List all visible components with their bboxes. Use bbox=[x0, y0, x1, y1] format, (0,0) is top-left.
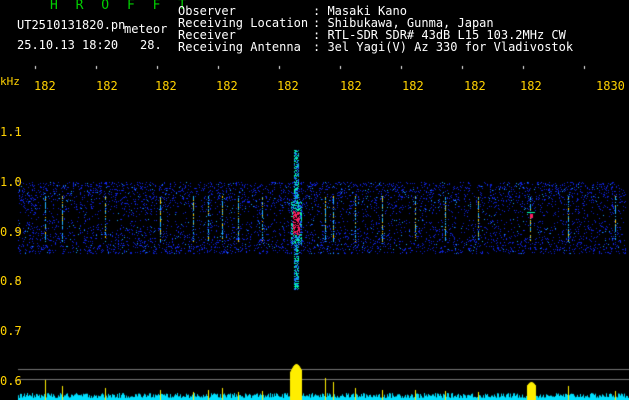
x-tick-label: 182 bbox=[216, 79, 238, 93]
x-tick-label: 1830 bbox=[596, 79, 625, 93]
hrofft-logo: H R O F F T bbox=[50, 0, 192, 13]
antenna-value: : 3el Yagi(V) Az 330 for Vladivostok bbox=[313, 40, 574, 54]
x-tick-label: 182 bbox=[277, 79, 299, 93]
y-tick-label: 0.6 bbox=[0, 374, 22, 388]
file-name: UT2510131820.pn bbox=[17, 18, 126, 32]
x-tick-label: 182 bbox=[464, 79, 486, 93]
x-tick-label: 182 bbox=[402, 79, 424, 93]
x-tick-label: 182 bbox=[155, 79, 177, 93]
y-tick-label: 0.9 bbox=[0, 225, 22, 239]
x-tick-label: 182 bbox=[520, 79, 542, 93]
x-tick-label: 182 bbox=[96, 79, 118, 93]
y-tick-label: 1.1 bbox=[0, 125, 22, 139]
observation-datetime: 25.10.13 18:20 bbox=[17, 38, 119, 52]
y-tick-label: 1.0 bbox=[0, 175, 22, 189]
meteor-count: 28. bbox=[140, 38, 162, 52]
y-tick-label: 0.8 bbox=[0, 274, 22, 288]
frequency-unit-label: kHz bbox=[0, 75, 20, 88]
y-tick-label: 0.7 bbox=[0, 324, 22, 338]
x-tick-label: 182 bbox=[34, 79, 56, 93]
x-tick-label: 182 bbox=[340, 79, 362, 93]
waterfall-spectrogram bbox=[0, 0, 629, 400]
meteor-tag: meteor bbox=[124, 22, 168, 36]
antenna-label: Receiving Antenna bbox=[178, 40, 301, 54]
